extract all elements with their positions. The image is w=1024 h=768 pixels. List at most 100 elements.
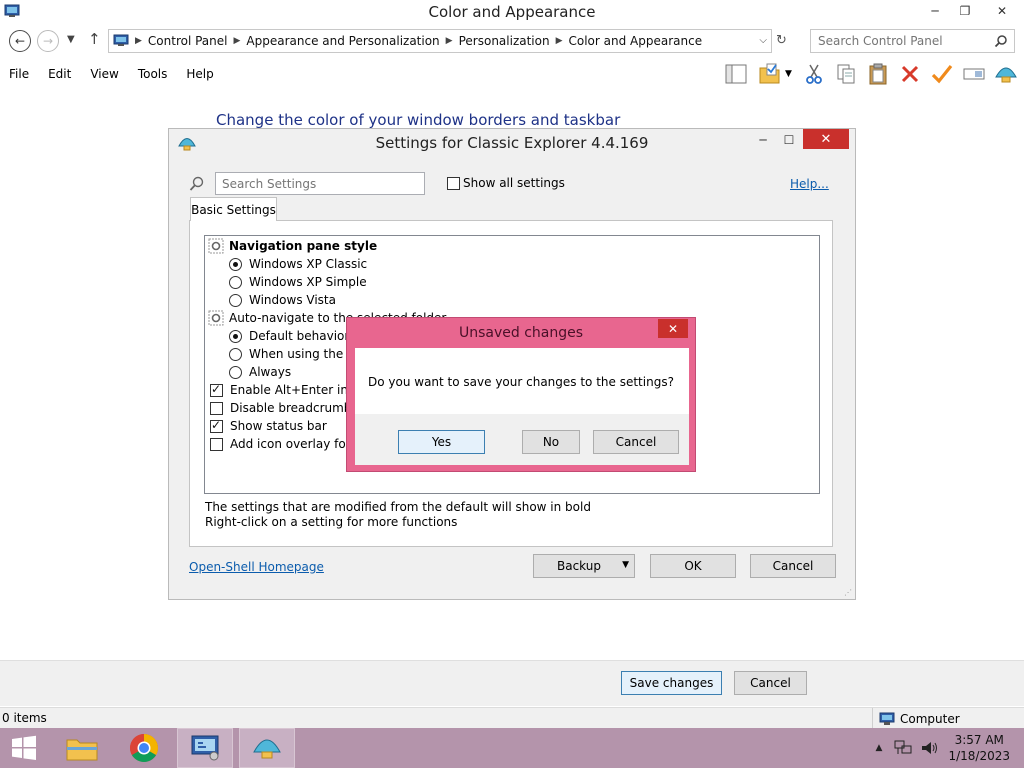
breadcrumb-personalization[interactable]: Personalization [459, 34, 550, 48]
menu-help[interactable]: Help [177, 67, 223, 81]
rename-icon [963, 68, 985, 80]
radio-button[interactable] [229, 275, 242, 289]
clock[interactable]: 3:57 AM 1/18/2023 [938, 732, 1024, 764]
breadcrumb-color-appearance[interactable]: Color and Appearance [569, 34, 703, 48]
footer-cancel-button[interactable]: Cancel [734, 671, 807, 695]
settings-search-box[interactable] [215, 172, 425, 195]
chevron-right-icon[interactable]: ▶ [556, 36, 563, 46]
control-panel-icon [191, 735, 219, 761]
minimize-button[interactable]: ─ [920, 0, 950, 22]
show-hidden-icons-icon[interactable]: ▲ [876, 743, 883, 753]
resize-grip-icon[interactable]: ⋰ [844, 588, 852, 597]
list-item[interactable]: Always [229, 363, 291, 381]
open-shell-homepage-link[interactable]: Open-Shell Homepage [189, 560, 324, 574]
chrome-icon [130, 734, 158, 762]
status-location: Computer [900, 712, 960, 726]
checkbox[interactable] [210, 437, 223, 451]
search-input[interactable] [811, 30, 981, 52]
chevron-right-icon[interactable]: ▶ [234, 36, 241, 46]
list-item[interactable]: Default behavior [229, 327, 349, 345]
chevron-right-icon[interactable]: ▶ [135, 36, 142, 46]
taskbar-chrome[interactable] [116, 728, 172, 768]
open-shell-settings-button[interactable] [990, 60, 1022, 88]
menu-tools[interactable]: Tools [129, 67, 178, 81]
unsaved-close-button[interactable]: ✕ [658, 319, 688, 338]
address-bar[interactable]: ▶ Control Panel ▶ Appearance and Persona… [108, 29, 772, 53]
page-heading[interactable]: Change the color of your window borders … [216, 111, 620, 129]
breadcrumb-control-panel[interactable]: Control Panel [148, 34, 228, 48]
menu-edit[interactable]: Edit [39, 67, 81, 81]
tab-basic-settings[interactable]: Basic Settings [190, 197, 277, 221]
menu-view[interactable]: View [81, 67, 128, 81]
backup-button[interactable]: Backup ▼ [533, 554, 635, 578]
search-icon[interactable] [994, 34, 1008, 48]
chevron-right-icon[interactable]: ▶ [446, 36, 453, 46]
up-button[interactable]: ↑ [88, 30, 101, 48]
folder-options-button[interactable]: ▼ [752, 60, 798, 88]
search-control-panel[interactable] [810, 29, 1015, 53]
settings-cancel-button[interactable]: Cancel [750, 554, 836, 578]
back-button[interactable]: ← [9, 30, 31, 52]
chevron-down-icon[interactable]: ▼ [785, 69, 792, 79]
help-link[interactable]: Help... [790, 177, 829, 191]
settings-maximize-button[interactable]: ☐ [775, 131, 803, 149]
delete-button[interactable] [894, 60, 926, 88]
network-icon[interactable] [894, 740, 912, 756]
unsaved-dialog-buttons: Yes No Cancel [355, 414, 689, 465]
paste-button[interactable] [862, 60, 894, 88]
volume-icon[interactable] [920, 740, 938, 756]
radio-button[interactable] [229, 257, 242, 271]
radio-button[interactable] [229, 329, 242, 343]
no-button[interactable]: No [522, 430, 580, 454]
chevron-down-icon[interactable]: ▼ [622, 560, 629, 570]
refresh-icon[interactable]: ↻ [776, 33, 787, 48]
forward-button[interactable]: → [37, 30, 59, 52]
clock-date: 1/18/2023 [948, 749, 1010, 763]
radio-button[interactable] [229, 293, 242, 307]
list-item[interactable]: When using the ke [229, 345, 361, 363]
chevron-down-icon[interactable]: ⌵ [759, 35, 767, 46]
list-item[interactable]: Windows XP Classic [229, 255, 367, 273]
save-changes-button[interactable]: Save changes [621, 671, 722, 695]
cut-icon [806, 64, 822, 84]
list-item[interactable]: Windows XP Simple [229, 273, 367, 291]
breadcrumb-appearance-personalization[interactable]: Appearance and Personalization [246, 34, 439, 48]
radio-button[interactable] [229, 347, 242, 361]
start-button[interactable] [0, 728, 48, 768]
show-all-settings[interactable]: Show all settings [447, 176, 565, 190]
show-all-settings-checkbox[interactable] [447, 176, 460, 190]
list-item[interactable]: Navigation pane style [208, 237, 377, 255]
unsaved-cancel-button[interactable]: Cancel [593, 430, 679, 454]
ok-button[interactable]: OK [650, 554, 736, 578]
settings-search-input[interactable] [216, 173, 424, 194]
settings-close-button[interactable]: ✕ [803, 129, 849, 149]
yes-button[interactable]: Yes [398, 430, 485, 454]
copy-button[interactable] [830, 60, 862, 88]
checkbox[interactable] [210, 401, 223, 415]
close-button[interactable]: ✕ [980, 0, 1024, 22]
folder-checked-icon [759, 63, 780, 84]
taskbar-file-explorer[interactable] [54, 728, 110, 768]
properties-button[interactable] [926, 60, 958, 88]
taskbar-control-panel[interactable] [177, 728, 233, 768]
system-tray: ▲ 3:57 AM 1/18/2023 [876, 728, 1024, 768]
list-item[interactable]: Show status bar [210, 417, 327, 435]
list-item[interactable]: Add icon overlay for sh [210, 435, 368, 453]
checkbox[interactable] [210, 382, 223, 397]
open-shell-icon [253, 739, 281, 759]
menu-file[interactable]: File [0, 67, 39, 81]
recent-locations-dropdown[interactable]: ▼ [67, 34, 75, 45]
cut-button[interactable] [798, 60, 830, 88]
rename-button[interactable] [958, 60, 990, 88]
taskbar-open-shell[interactable] [239, 728, 295, 768]
window-title-bar[interactable]: Color and Appearance ─ ❐ ✕ [0, 0, 1024, 24]
layout-button[interactable] [720, 60, 752, 88]
list-item[interactable]: Disable breadcrumbs [210, 399, 358, 417]
window-title: Color and Appearance [428, 3, 596, 21]
restore-button[interactable]: ❐ [950, 0, 980, 22]
settings-minimize-button[interactable]: ─ [749, 131, 777, 149]
list-item[interactable]: Windows Vista [229, 291, 336, 309]
radio-button[interactable] [229, 365, 242, 379]
arrow-right-icon: → [42, 34, 54, 48]
checkbox[interactable] [210, 418, 223, 433]
